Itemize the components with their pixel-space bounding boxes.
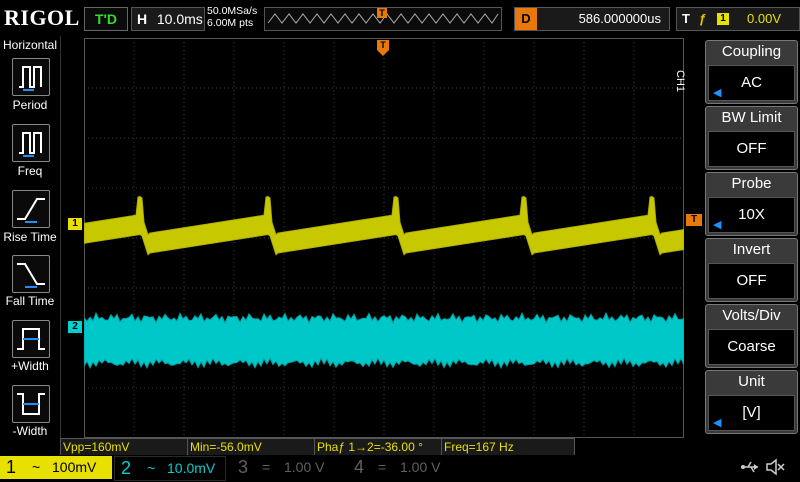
ch3-number: 3 [238, 457, 249, 477]
bw-limit-menu[interactable]: BW Limit OFF [705, 106, 798, 170]
coupling-menu[interactable]: Coupling ◀ AC [705, 40, 798, 104]
bw-limit-title: BW Limit [721, 109, 782, 126]
ch4-number: 4 [354, 457, 365, 477]
probe-value-text: 10X [738, 206, 765, 223]
timebase-value: 10.0ms [156, 11, 203, 27]
trigger-level: 0.00V [747, 11, 781, 26]
probe-value: ◀ 10X [708, 197, 795, 233]
measurement-vpp: Vpp=160mV [60, 438, 188, 456]
waveform-display[interactable] [84, 38, 684, 438]
coupling-value-text: AC [741, 74, 762, 91]
unit-title: Unit [738, 373, 765, 390]
bw-limit-value: OFF [708, 131, 795, 167]
volts-div-title: Volts/Div [722, 307, 781, 324]
ch3-scale: 1.00 V [284, 459, 325, 475]
trigger-settings[interactable]: T ƒ 1 0.00V [676, 7, 800, 31]
unit-menu[interactable]: Unit ◀ [V] [705, 370, 798, 434]
unit-value-text: [V] [742, 404, 761, 421]
minus-width-label: -Width [12, 424, 48, 438]
ch2-level-marker[interactable]: 2 [68, 321, 82, 333]
timebase-indicator[interactable]: H 10.0ms [131, 7, 205, 31]
ch2-scale: 10.0mV [167, 460, 216, 476]
invert-value: OFF [708, 263, 795, 299]
trigger-pos-label: T [380, 40, 386, 50]
invert-title: Invert [732, 241, 771, 258]
delay-key: D [515, 8, 537, 30]
period-label: Period [12, 98, 48, 112]
freq-button[interactable] [12, 124, 50, 162]
coupling-value: ◀ AC [708, 65, 795, 101]
usb-icon [740, 458, 760, 481]
delay-value: 586.000000us [578, 11, 661, 26]
trigger-source: 1 [717, 13, 729, 25]
freq-label: Freq [17, 164, 43, 178]
coupling-title: Coupling [721, 43, 782, 60]
left-menu-title: Horizontal [2, 38, 58, 52]
brand-logo: RIGOL [4, 5, 80, 30]
plus-width-icon [17, 328, 45, 350]
period-button[interactable] [12, 58, 50, 96]
ch1-number: 1 [6, 457, 17, 477]
dc-coupling-icon: = [378, 459, 387, 475]
minus-width-button[interactable] [12, 385, 50, 423]
rising-edge-icon: ƒ [699, 11, 707, 26]
plus-width-button[interactable] [12, 320, 50, 358]
probe-menu[interactable]: Probe ◀ 10X [705, 172, 798, 236]
trigger-key: T [682, 11, 690, 26]
volts-div-value: Coarse [708, 329, 795, 365]
unit-value: ◀ [V] [708, 395, 795, 431]
measurement-phase: Phaƒ 1→2=-36.00 ° [314, 438, 442, 456]
ch3-status[interactable]: 3 = 1.00 V [230, 456, 340, 479]
acquisition-info: 50.0MSa/s 6.00M pts [207, 5, 257, 29]
invert-menu[interactable]: Invert OFF [705, 238, 798, 302]
ac-coupling-icon: ~ [32, 459, 41, 475]
caret-left-icon: ◀ [713, 219, 722, 231]
timebase-key: H [136, 11, 148, 27]
ch1-status[interactable]: 1 ~ 100mV [0, 456, 112, 479]
ac-coupling-icon: ~ [147, 460, 156, 476]
memory-depth: 6.00M pts [207, 17, 254, 29]
rise-time-label: Rise Time [3, 230, 57, 244]
rise-time-icon [17, 198, 45, 223]
ch4-scale: 1.00 V [400, 459, 441, 475]
ch1-scale: 100mV [52, 459, 97, 475]
run-status-badge[interactable]: T'D [84, 7, 128, 31]
plus-width-label: +Width [11, 359, 49, 373]
fall-time-icon [17, 263, 45, 288]
fall-time-label: Fall Time [5, 294, 55, 308]
caret-left-icon: ◀ [713, 87, 722, 99]
minus-width-icon [17, 393, 45, 415]
horizontal-delay[interactable]: D 586.000000us [514, 7, 670, 31]
memory-map-trigger-marker: T [377, 8, 387, 18]
measurement-min: Min=-56.0mV [187, 438, 315, 456]
ch2-status[interactable]: 2 ~ 10.0mV [114, 456, 226, 481]
caret-left-icon: ◀ [713, 417, 722, 429]
memory-map[interactable]: T [264, 7, 502, 31]
freq-icon [19, 132, 42, 157]
sample-rate: 50.0MSa/s [207, 5, 258, 17]
ch2-waveform [84, 311, 684, 370]
probe-title: Probe [731, 175, 772, 192]
ch2-number: 2 [121, 458, 132, 478]
period-icon [19, 66, 42, 91]
rise-time-button[interactable] [12, 190, 50, 228]
channel-tag: CH1 [674, 70, 686, 93]
trigger-level-marker[interactable]: T [686, 214, 702, 226]
volts-div-menu[interactable]: Volts/Div Coarse [705, 304, 798, 368]
fall-time-button[interactable] [12, 255, 50, 293]
ch1-level-marker[interactable]: 1 [68, 218, 82, 230]
dc-coupling-icon: = [262, 459, 271, 475]
measurement-freq: Freq=167 Hz [441, 438, 575, 456]
ch4-status[interactable]: 4 = 1.00 V [346, 456, 456, 479]
speaker-muted-icon[interactable] [764, 457, 786, 482]
